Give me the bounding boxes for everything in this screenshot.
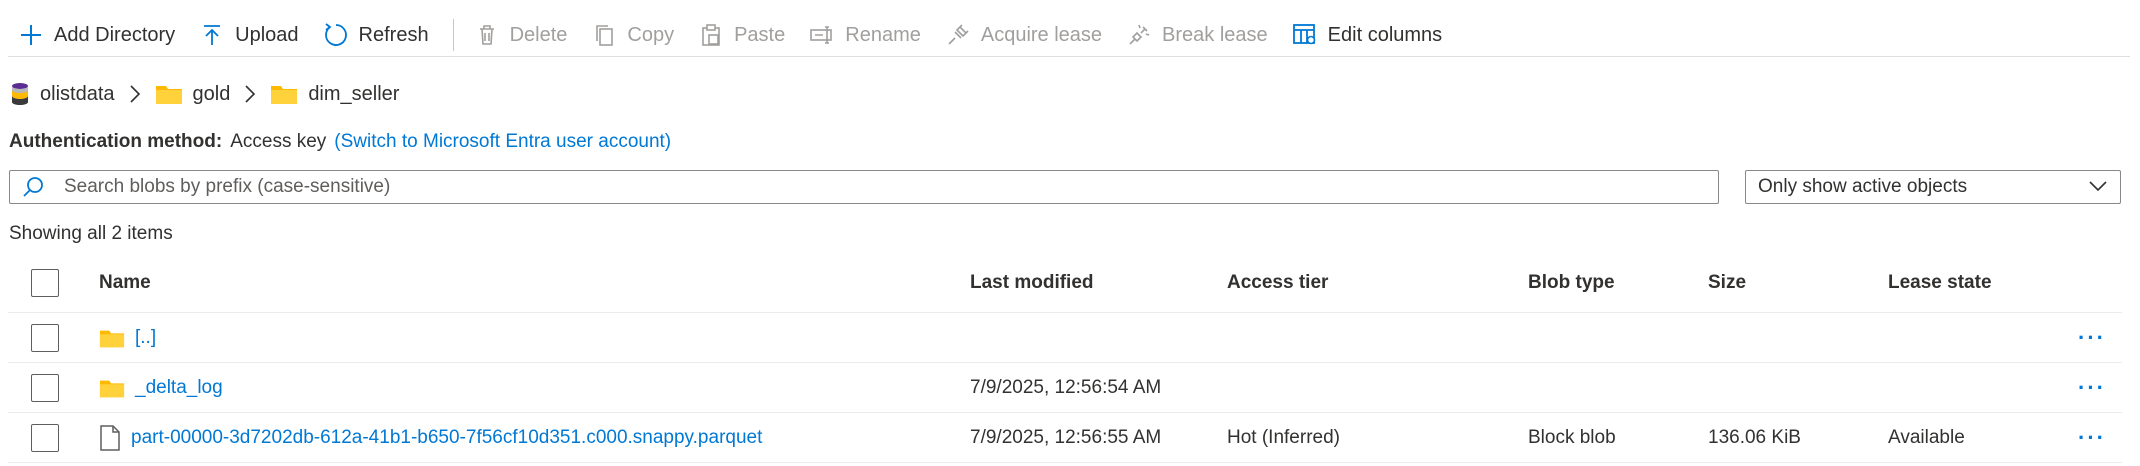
table-row[interactable]: [..] ··· (8, 313, 2122, 363)
breadcrumb-label: dim_seller (308, 82, 400, 105)
storage-browser: Add Directory Upload Refresh Delete Copy… (0, 0, 2140, 466)
more-actions-button[interactable]: ··· (2078, 313, 2106, 362)
refresh-icon (323, 22, 349, 48)
rename-label: Rename (845, 23, 921, 46)
table-row[interactable]: _delta_log 7/9/2025, 12:56:54 AM ··· (8, 363, 2122, 413)
paste-button[interactable]: Paste (688, 15, 799, 55)
table-header: Name Last modified Access tier Blob type… (8, 254, 2122, 313)
break-lease-label: Break lease (1162, 23, 1268, 46)
select-all-checkbox[interactable] (31, 254, 59, 312)
add-directory-button[interactable]: Add Directory (8, 15, 189, 55)
access-tier-cell: Hot (Inferred) (1227, 426, 1340, 448)
chevron-right-icon (129, 84, 141, 104)
column-header-lease-state[interactable]: Lease state (1888, 254, 1992, 312)
column-header-access-tier[interactable]: Access tier (1227, 254, 1328, 312)
column-header-name[interactable]: Name (99, 254, 151, 312)
add-directory-label: Add Directory (54, 23, 176, 46)
authentication-method: Authentication method: Access key (Switc… (9, 131, 671, 153)
name-cell: _delta_log (99, 363, 223, 412)
dropdown-selected-value: Only show active objects (1758, 176, 1968, 197)
search-input[interactable] (62, 175, 1666, 199)
row-checkbox[interactable] (31, 413, 59, 462)
columns-icon (1292, 22, 1318, 48)
auth-value: Access key (230, 131, 327, 152)
row-checkbox[interactable] (31, 313, 59, 362)
folder-icon (155, 83, 183, 105)
paste-label: Paste (734, 23, 786, 46)
item-name-link[interactable]: [..] (135, 327, 156, 349)
item-name-link[interactable]: part-00000-3d7202db-612a-41b1-b650-7f56c… (131, 427, 762, 449)
break-lease-button[interactable]: Break lease (1116, 15, 1282, 55)
plus-icon (18, 22, 44, 48)
breadcrumb-label: gold (192, 82, 231, 105)
upload-button[interactable]: Upload (189, 15, 312, 55)
delete-button[interactable]: Delete (464, 15, 582, 55)
more-actions-button[interactable]: ··· (2078, 363, 2106, 412)
active-objects-dropdown[interactable]: Only show active objects (1745, 170, 2121, 204)
acquire-lease-label: Acquire lease (980, 23, 1103, 46)
last-modified-cell: 7/9/2025, 12:56:54 AM (970, 376, 1162, 398)
paste-icon (698, 22, 724, 48)
table-row[interactable]: part-00000-3d7202db-612a-41b1-b650-7f56c… (8, 413, 2122, 463)
chevron-right-icon (244, 84, 256, 104)
rename-icon (809, 22, 835, 48)
toolbar-divider (452, 19, 454, 51)
name-cell: [..] (99, 313, 156, 362)
column-header-blob-type[interactable]: Blob type (1528, 254, 1615, 312)
refresh-label: Refresh (358, 23, 429, 46)
lease-state-cell: Available (1888, 426, 1965, 448)
column-header-last-modified[interactable]: Last modified (970, 254, 1094, 312)
unplug-icon (1126, 22, 1152, 48)
breadcrumb-item-dim-seller[interactable]: dim_seller (270, 83, 399, 106)
chevron-down-icon (2088, 176, 2108, 198)
name-cell: part-00000-3d7202db-612a-41b1-b650-7f56c… (99, 413, 762, 462)
search-box[interactable] (9, 170, 1719, 204)
auth-label: Authentication method: (9, 131, 223, 152)
upload-icon (199, 22, 225, 48)
refresh-button[interactable]: Refresh (313, 15, 443, 55)
plug-icon (945, 22, 971, 48)
more-actions-button[interactable]: ··· (2078, 413, 2106, 462)
item-count: Showing all 2 items (9, 223, 173, 244)
column-header-size[interactable]: Size (1708, 254, 1746, 312)
trash-icon (474, 22, 500, 48)
edit-columns-label: Edit columns (1327, 23, 1443, 46)
rename-button[interactable]: Rename (799, 15, 935, 55)
blob-table: Name Last modified Access tier Blob type… (8, 254, 2122, 463)
item-name-link[interactable]: _delta_log (135, 377, 223, 399)
acquire-lease-button[interactable]: Acquire lease (935, 15, 1116, 55)
copy-button[interactable]: Copy (581, 15, 688, 55)
blob-type-cell: Block blob (1528, 426, 1616, 448)
search-icon (22, 176, 44, 198)
folder-icon (99, 377, 125, 399)
breadcrumb-label: olistdata (40, 82, 115, 105)
command-bar: Add Directory Upload Refresh Delete Copy… (8, 14, 2130, 57)
copy-label: Copy (627, 23, 675, 46)
copy-icon (591, 22, 617, 48)
delete-label: Delete (509, 23, 568, 46)
row-checkbox[interactable] (31, 363, 59, 412)
size-cell: 136.06 KiB (1708, 426, 1801, 448)
container-icon (10, 81, 30, 107)
folder-icon (99, 327, 125, 349)
breadcrumb-item-gold[interactable]: gold (155, 82, 231, 106)
switch-auth-link[interactable]: (Switch to Microsoft Entra user account) (334, 131, 671, 153)
breadcrumb-item-container[interactable]: olistdata (10, 81, 115, 107)
edit-columns-button[interactable]: Edit columns (1282, 15, 1457, 55)
breadcrumb: olistdata gold dim_seller (10, 78, 399, 110)
folder-icon (270, 83, 298, 105)
last-modified-cell: 7/9/2025, 12:56:55 AM (970, 426, 1162, 448)
file-icon (99, 424, 121, 451)
upload-label: Upload (235, 23, 299, 46)
